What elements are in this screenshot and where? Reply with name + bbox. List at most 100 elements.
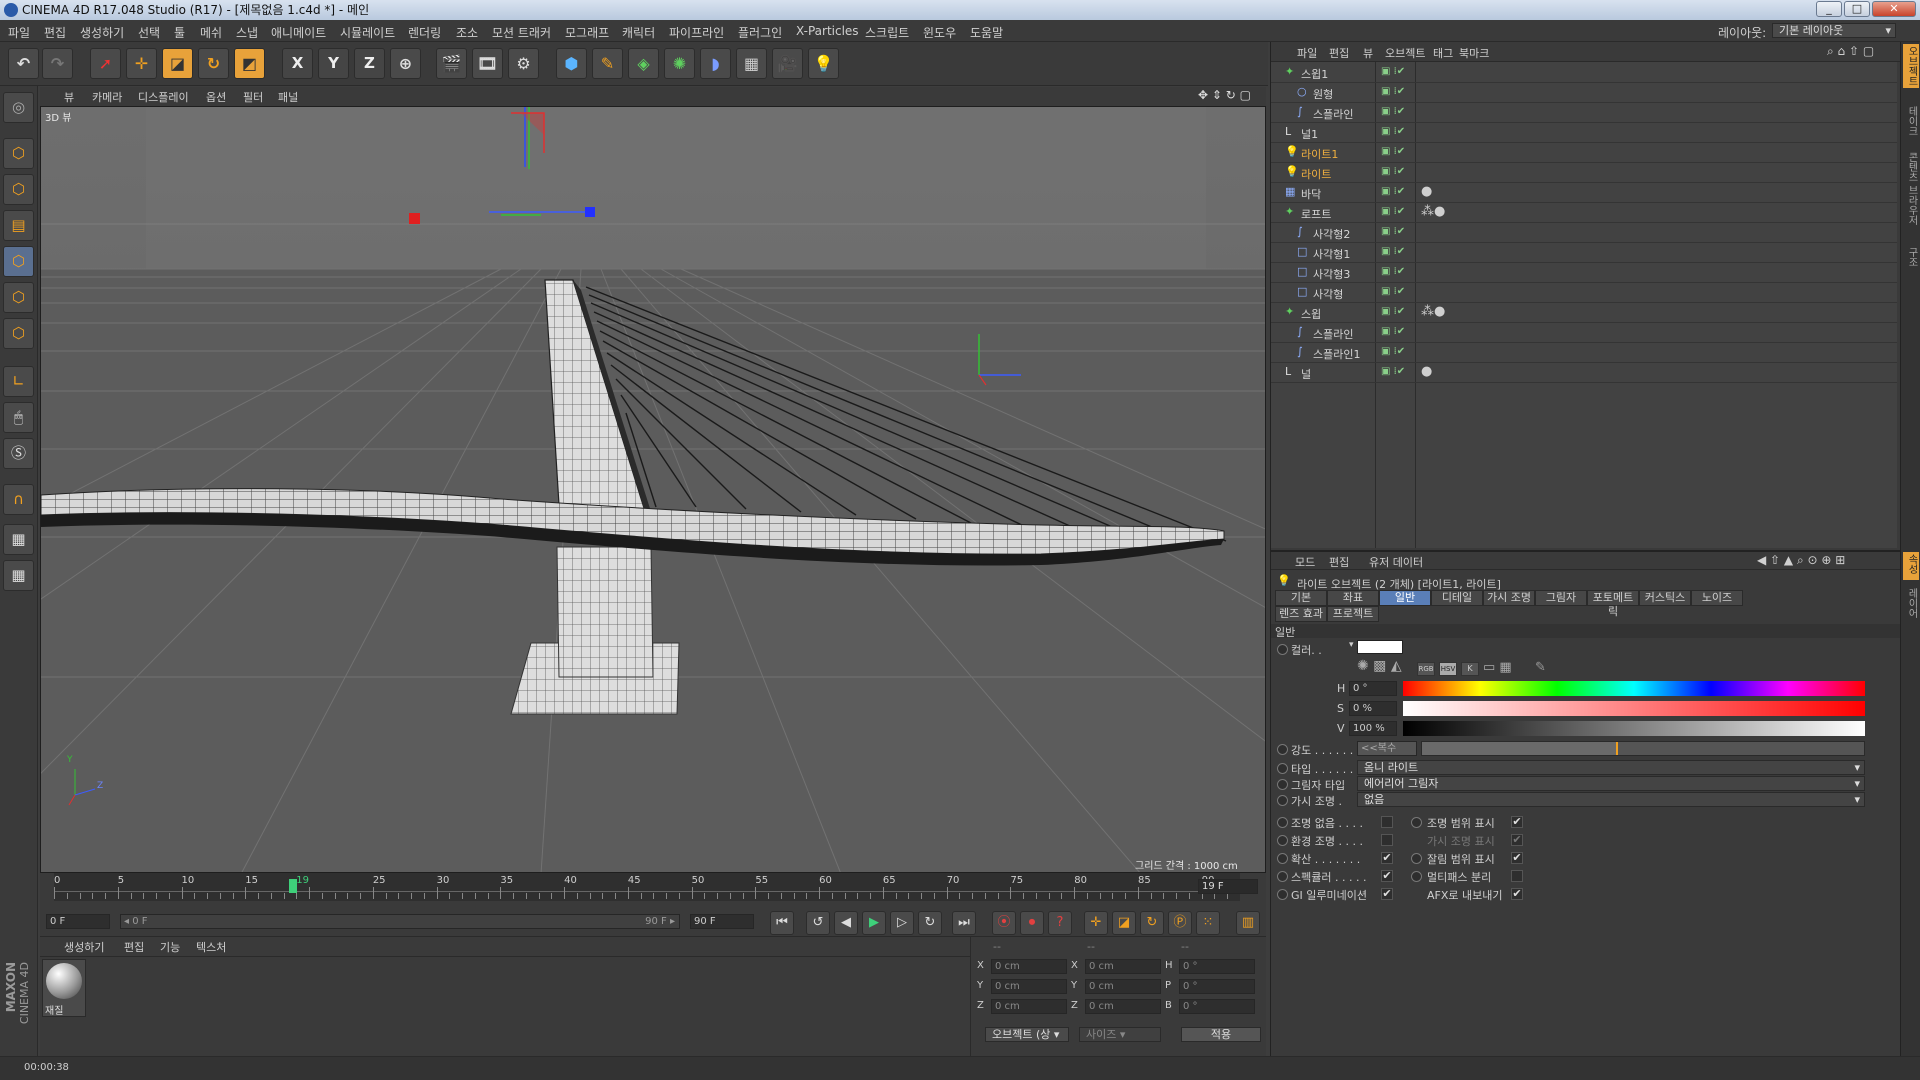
am-menu-user-data[interactable]: 유저 데이터 <box>1369 554 1423 570</box>
rgb-mode-button[interactable]: RGB <box>1417 662 1435 676</box>
om-menu-tags[interactable]: 태그 <box>1433 45 1453 61</box>
move-tool-icon[interactable]: ✛ <box>126 48 157 79</box>
menu-character[interactable]: 캐릭터 <box>622 24 655 41</box>
check-anim-radio[interactable] <box>1277 853 1288 864</box>
object-row[interactable]: □ 사각형 ▣ ⁞✔ <box>1271 283 1897 303</box>
coord-mode-dropdown[interactable]: 오브젝트 (상 ▾ <box>985 1027 1069 1042</box>
object-row[interactable]: 💡 라이트 ▣ ⁞✔ <box>1271 163 1897 183</box>
coord-value-field[interactable]: 0 cm <box>1085 999 1161 1014</box>
menu-animate[interactable]: 애니메이트 <box>271 24 326 41</box>
dock-tab-structure[interactable]: 구조 <box>1904 247 1919 267</box>
menu-edit[interactable]: 편집 <box>44 24 66 41</box>
goto-prev-key-icon[interactable]: ↺ <box>806 911 830 935</box>
object-row[interactable]: ○ 원형 ▣ ⁞✔ <box>1271 83 1897 103</box>
coord-value-field[interactable]: 0 ° <box>1179 959 1255 974</box>
am-nav-icons[interactable]: ◀ ⇧ ▲ ⌕ ⊙ ⊕ ⊞ <box>1757 553 1845 568</box>
goto-next-key-icon[interactable]: ↻ <box>918 911 942 935</box>
vp-menu-view[interactable]: 뷰 <box>64 89 74 105</box>
attr-tab[interactable]: 디테일 <box>1431 590 1483 606</box>
visibility-toggles[interactable]: ▣ ⁞✔ <box>1381 106 1405 117</box>
undo-icon[interactable]: ↶ <box>8 48 39 79</box>
light-type-dropdown[interactable]: 옴니 라이트 ▾ <box>1357 760 1865 775</box>
snap-magnet-icon[interactable]: ∩ <box>3 484 34 515</box>
next-frame-icon[interactable]: ▷ <box>890 911 914 935</box>
workplane-lock-icon[interactable]: ▦ <box>3 524 34 555</box>
subdivision-icon[interactable]: ◈ <box>628 48 659 79</box>
mat-menu-edit[interactable]: 편집 <box>124 939 144 955</box>
attr-tab[interactable]: 노이즈 <box>1691 590 1743 606</box>
object-row[interactable]: L 널1 ▣ ⁞✔ <box>1271 123 1897 143</box>
visibility-toggles[interactable]: ▣ ⁞✔ <box>1381 246 1405 257</box>
object-name[interactable]: 스플라인1 <box>1313 346 1360 362</box>
object-row[interactable]: ∫ 사각형2 ▣ ⁞✔ <box>1271 223 1897 243</box>
vp-menu-display[interactable]: 디스플레이 <box>138 89 189 105</box>
axis-z-lock[interactable]: Z <box>354 48 385 79</box>
object-name[interactable]: 로프트 <box>1301 206 1331 222</box>
visibility-toggles[interactable]: ▣ ⁞✔ <box>1381 186 1405 197</box>
object-name[interactable]: 널 <box>1301 366 1311 382</box>
checkbox[interactable] <box>1381 834 1393 846</box>
hue-slider[interactable] <box>1403 681 1865 696</box>
object-name[interactable]: 스플라인 <box>1313 106 1353 122</box>
material-tag-icon[interactable]: ● <box>1421 364 1432 379</box>
vp-menu-filter[interactable]: 필터 <box>243 89 263 105</box>
intensity-slider[interactable] <box>1421 741 1865 756</box>
om-menu-file[interactable]: 파일 <box>1297 45 1317 61</box>
attr-tab[interactable]: 그림자 <box>1535 590 1587 606</box>
coord-value-field[interactable]: 0 ° <box>1179 999 1255 1014</box>
start-frame-field[interactable]: 0 F <box>46 914 110 929</box>
model-mode-icon[interactable]: ◎ <box>3 92 34 123</box>
menu-script[interactable]: 스크립트 <box>865 24 909 41</box>
color-anim-radio[interactable] <box>1277 644 1288 655</box>
object-name[interactable]: 라이트 <box>1301 166 1331 182</box>
check-anim-radio[interactable] <box>1411 871 1422 882</box>
deformer-icon[interactable]: ◗ <box>700 48 731 79</box>
object-row[interactable]: ✦ 로프트 ▣ ⁞✔ ⁂● <box>1271 203 1897 223</box>
object-row[interactable]: ✦ 스윕 ▣ ⁞✔ ⁂● <box>1271 303 1897 323</box>
mat-menu-function[interactable]: 기능 <box>160 939 180 955</box>
visibility-toggles[interactable]: ▣ ⁞✔ <box>1381 86 1405 97</box>
material-tag-icon[interactable]: ⁂● <box>1421 304 1445 319</box>
attr-tab[interactable]: 기본 <box>1275 590 1327 606</box>
checkbox[interactable]: ✔ <box>1511 852 1523 864</box>
saturation-slider[interactable] <box>1403 701 1865 716</box>
checkbox[interactable]: ✔ <box>1381 888 1393 900</box>
shadow-type-dropdown[interactable]: 에어리어 그림자 ▾ <box>1357 776 1865 791</box>
object-name[interactable]: 원형 <box>1313 86 1333 102</box>
goto-start-icon[interactable]: ⏮ <box>770 911 794 935</box>
object-name[interactable]: 사각형2 <box>1313 226 1350 242</box>
visibility-toggles[interactable]: ▣ ⁞✔ <box>1381 366 1405 377</box>
object-row[interactable]: ✦ 스윕1 ▣ ⁞✔ <box>1271 63 1897 83</box>
material-tag-icon[interactable]: ⁂● <box>1421 204 1445 219</box>
coord-value-field[interactable]: 0 cm <box>991 979 1067 994</box>
timeline-window-icon[interactable]: ▥ <box>1236 911 1260 935</box>
rotate-tool-icon[interactable]: ↻ <box>198 48 229 79</box>
workplane-icon[interactable]: ▤ <box>3 210 34 241</box>
end-frame-field[interactable]: 90 F <box>690 914 754 929</box>
auto-key-icon[interactable]: ⏺ <box>1020 911 1044 935</box>
attr-tab[interactable]: 포토메트릭 <box>1587 590 1639 618</box>
visible-light-anim-radio[interactable] <box>1277 795 1288 806</box>
menu-pipeline[interactable]: 파이프라인 <box>669 24 724 41</box>
attr-tab[interactable]: 렌즈 효과 <box>1275 606 1327 622</box>
check-anim-radio[interactable] <box>1277 889 1288 900</box>
solo-mode-icon[interactable]: Ⓢ <box>3 438 34 469</box>
attr-tab[interactable]: 가시 조명 <box>1483 590 1535 606</box>
object-row[interactable]: ∫ 스플라인 ▣ ⁞✔ <box>1271 103 1897 123</box>
checkbox[interactable]: ✔ <box>1511 888 1523 900</box>
dock-tab-attributes[interactable]: 속성 <box>1904 554 1919 574</box>
material-tag-icon[interactable]: ● <box>1421 184 1432 199</box>
visibility-toggles[interactable]: ▣ ⁞✔ <box>1381 66 1405 77</box>
checkbox[interactable]: ✔ <box>1381 852 1393 864</box>
object-name[interactable]: 널1 <box>1301 126 1318 142</box>
goto-end-icon[interactable]: ⏭ <box>952 911 976 935</box>
vp-menu-options[interactable]: 옵션 <box>206 89 226 105</box>
render-view-icon[interactable]: 🎬 <box>436 48 467 79</box>
mat-menu-texture[interactable]: 텍스처 <box>196 939 226 955</box>
value-slider[interactable] <box>1403 721 1865 736</box>
points-mode-icon[interactable]: ⬡ <box>3 246 34 277</box>
attr-tab[interactable]: 프로젝트 <box>1327 606 1379 622</box>
object-name[interactable]: 바닥 <box>1301 186 1321 202</box>
world-coords-icon[interactable]: ⊕ <box>390 48 421 79</box>
select-pointer-icon[interactable]: ➚ <box>90 48 121 79</box>
